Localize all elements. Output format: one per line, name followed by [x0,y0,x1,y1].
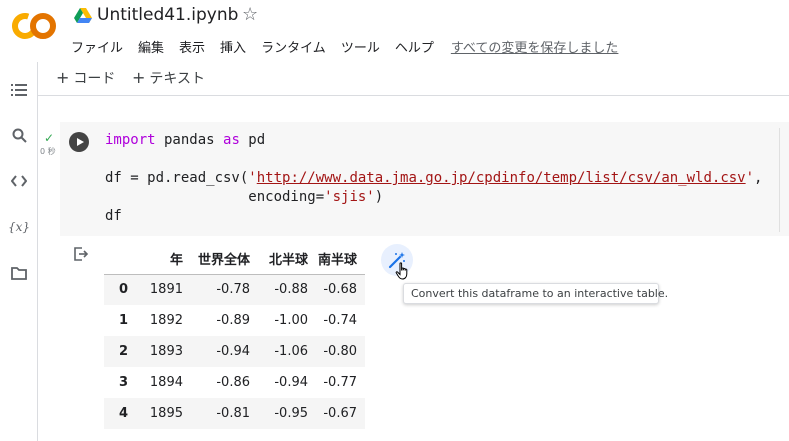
code-line-3: df = pd.read_csv('http://www.data.jma.go… [105,170,762,186]
table-header-cell: 世界全体 [183,243,250,275]
table-header-row: 年 世界全体 北半球 南半球 [104,243,365,275]
code-editor[interactable]: import pandas as pd df = pd.read_csv('ht… [105,131,762,226]
table-cell: -0.78 [216,282,250,298]
cell-toolbar: + コード + テキスト [38,62,789,96]
table-cell: -0.81 [216,406,250,421]
menu-tools[interactable]: ツール [341,37,380,56]
table-cell: 1895 [149,406,183,421]
colab-logo[interactable] [12,10,56,42]
save-status-link[interactable]: すべての変更を保存しました [451,37,619,56]
run-cell-button[interactable] [69,132,89,152]
notebook-title[interactable]: Untitled41.ipynb [97,5,238,25]
row-index: 2 [118,344,128,359]
hand-pointer-cursor-icon [395,262,408,280]
table-row: 1 1892 -0.89 -1.00 -0.74 [104,305,365,336]
code-token: , [754,170,763,186]
row-index: 4 [118,406,128,421]
variables-icon[interactable]: {x} [8,217,30,237]
string-quote: ' [745,170,755,186]
table-header-cell: 北半球 [250,243,308,275]
table-row: 4 1895 -0.81 -0.95 -0.67 [104,398,365,429]
table-cell: 1892 [149,313,183,328]
table-cell: -0.77 [323,375,357,390]
row-index: 3 [118,375,128,390]
cell-scroll-edge [779,128,780,232]
string-quote: ' [248,170,257,186]
table-cell: -0.68 [323,282,357,298]
left-sidebar: {x} [0,62,38,441]
string-literal: 'sjis' [324,189,375,205]
code-token: ) [374,189,384,205]
plus-icon: + [56,68,70,87]
table-cell: -0.74 [323,313,357,328]
menu-file[interactable]: ファイル [71,37,123,56]
toc-icon[interactable] [9,80,29,100]
table-cell: -0.80 [323,344,357,359]
add-text-button[interactable]: + テキスト [132,68,205,88]
table-cell: -0.94 [274,375,308,390]
code-token: pd [239,132,266,148]
table-cell: -1.00 [274,313,308,328]
table-cell: -0.88 [274,282,308,298]
table-cell: 1891 [149,282,183,298]
table-header-cell: 年 [128,243,183,275]
menu-insert[interactable]: 挿入 [220,37,246,56]
menu-edit[interactable]: 編集 [138,37,164,56]
code-token: pandas [155,132,224,148]
csv-url-link[interactable]: http://www.data.jma.go.jp/cpdinfo/temp/l… [257,170,746,186]
table-cell: -1.06 [274,344,308,359]
code-line-1: import pandas as pd [105,132,265,148]
menu-runtime[interactable]: ランタイム [261,37,326,56]
code-token: encoding= [105,189,325,205]
table-cell: -0.89 [216,313,250,328]
add-text-label: テキスト [149,71,205,87]
table-cell: 1893 [149,344,183,359]
output-actions-icon[interactable] [73,246,89,262]
table-row: 0 1891 -0.78 -0.88 -0.68 [104,274,365,305]
add-code-label: コード [73,71,116,87]
code-line-5: df [105,208,122,224]
star-icon[interactable]: ☆ [242,4,258,25]
table-cell: 1894 [149,375,183,390]
code-line-4: encoding='sjis') [105,189,383,205]
table-cell: -0.67 [323,406,357,421]
table-header-cell: 南半球 [308,243,365,275]
keyword-as: as [223,132,240,148]
table-cell: -0.94 [216,344,250,359]
table-row: 3 1894 -0.86 -0.94 -0.77 [104,367,365,398]
row-index: 1 [118,313,128,328]
dataframe-table: 年 世界全体 北半球 南半球 0 1891 -0.78 -0.88 -0.68 … [104,243,365,429]
interactive-table-tooltip: Convert this dataframe to an interactive… [403,283,668,304]
code-snippets-icon[interactable] [9,171,29,191]
cell-success-check-icon: ✓ [44,131,55,145]
table-cell: -0.95 [274,406,308,421]
code-token: df = pd.read_csv( [105,170,249,186]
row-index: 0 [118,282,128,298]
plus-icon: + [132,68,146,87]
search-icon[interactable] [9,125,29,145]
table-cell: -0.86 [216,375,250,390]
google-drive-icon[interactable] [74,8,92,24]
cell-execution-time: 0 秒 [40,147,56,156]
menu-view[interactable]: 表示 [179,37,205,56]
menu-bar: ファイル 編集 表示 挿入 ランタイム ツール ヘルプ すべての変更を保存しまし… [71,37,633,56]
files-icon[interactable] [9,263,29,283]
menu-help[interactable]: ヘルプ [395,37,434,56]
keyword-import: import [105,132,156,148]
add-code-button[interactable]: + コード [56,68,115,88]
table-header-cell [104,243,128,275]
table-row: 2 1893 -0.94 -1.06 -0.80 [104,336,365,367]
